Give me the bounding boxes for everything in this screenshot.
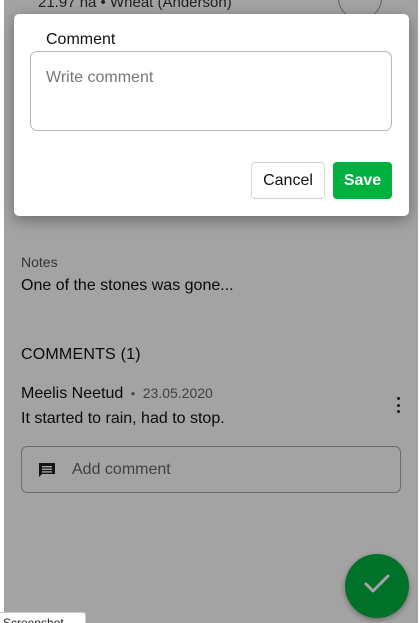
- comment-dialog: Comment Cancel Save: [14, 14, 409, 216]
- screenshot-tooltip: Screenshot: [0, 612, 86, 623]
- cancel-button[interactable]: Cancel: [251, 162, 325, 199]
- save-button[interactable]: Save: [333, 162, 392, 199]
- dialog-title: Comment: [46, 31, 116, 48]
- comment-input[interactable]: [30, 51, 392, 131]
